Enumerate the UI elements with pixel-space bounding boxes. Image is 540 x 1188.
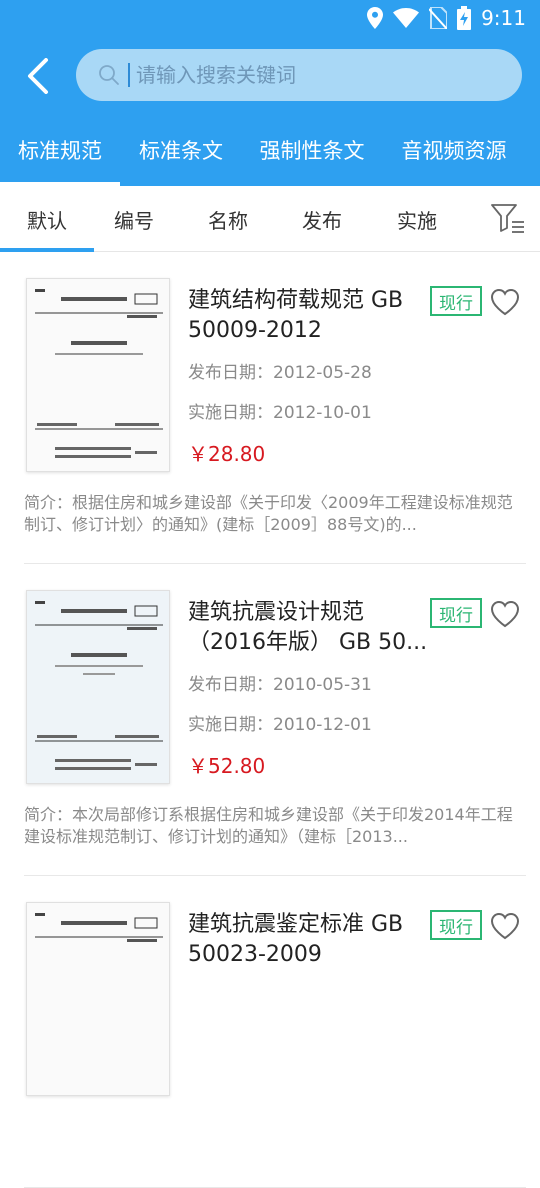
tab-standard-specs[interactable]: 标准规范 bbox=[0, 114, 120, 186]
filter-icon[interactable] bbox=[490, 202, 526, 236]
location-icon bbox=[367, 7, 384, 29]
wifi-icon bbox=[393, 8, 420, 28]
publish-date: 发布日期：2010-05-31 bbox=[188, 675, 372, 695]
list-item[interactable]: 建筑抗震鉴定标准 GB 50023-2009 现行 bbox=[24, 876, 526, 1188]
price: ￥28.80 bbox=[188, 442, 266, 466]
item-summary: 简介：本次局部修订系根据住房和城乡建设部《关于印发2014年工程建设标准规范制订… bbox=[24, 805, 513, 846]
book-cover-image bbox=[26, 590, 170, 784]
tab-standard-clauses[interactable]: 标准条文 bbox=[120, 114, 242, 186]
clock: 9:11 bbox=[481, 6, 526, 30]
item-summary: 简介：根据住房和城乡建设部《关于印发〈2009年工程建设标准规范制订、修订计划〉… bbox=[24, 493, 513, 534]
status-bar: 9:11 bbox=[0, 0, 540, 36]
favorite-heart-icon[interactable] bbox=[490, 288, 520, 316]
search-icon bbox=[99, 65, 119, 85]
no-sim-icon bbox=[429, 7, 448, 29]
sort-name[interactable]: 名称 bbox=[181, 186, 275, 252]
sort-publish[interactable]: 发布 bbox=[275, 186, 369, 252]
publish-date: 发布日期：2012-05-28 bbox=[188, 363, 372, 383]
status-badge: 现行 bbox=[430, 910, 482, 940]
book-cover-image bbox=[26, 278, 170, 472]
implement-date: 实施日期：2012-10-01 bbox=[188, 403, 372, 423]
book-cover-image bbox=[26, 902, 170, 1096]
sort-number[interactable]: 编号 bbox=[87, 186, 181, 252]
tab-mandatory-clauses[interactable]: 强制性条文 bbox=[242, 114, 382, 186]
category-tabs: 标准规范 标准条文 强制性条文 音视频资源 bbox=[0, 114, 540, 186]
favorite-heart-icon[interactable] bbox=[490, 912, 520, 940]
back-button[interactable] bbox=[18, 56, 58, 96]
favorite-heart-icon[interactable] bbox=[490, 600, 520, 628]
search-box[interactable] bbox=[76, 49, 522, 101]
standards-list: 建筑结构荷载规范 GB 50009-2012 现行 发布日期：2012-05-2… bbox=[0, 252, 540, 1188]
back-arrow-icon bbox=[28, 58, 48, 94]
status-icons: 9:11 bbox=[367, 5, 526, 31]
search-header bbox=[0, 36, 540, 114]
price: ￥52.80 bbox=[188, 754, 266, 778]
item-title: 建筑抗震设计规范（2016年版） GB 50... bbox=[188, 600, 428, 655]
search-input[interactable] bbox=[128, 63, 458, 87]
status-badge: 现行 bbox=[430, 286, 482, 316]
implement-date: 实施日期：2010-12-01 bbox=[188, 715, 372, 735]
list-item[interactable]: 建筑抗震设计规范（2016年版） GB 50... 现行 发布日期：2010-0… bbox=[24, 564, 526, 876]
item-title: 建筑结构荷载规范 GB 50009-2012 bbox=[188, 288, 404, 343]
list-item[interactable]: 建筑结构荷载规范 GB 50009-2012 现行 发布日期：2012-05-2… bbox=[24, 252, 526, 564]
sort-tabs: 默认 编号 名称 发布 实施 bbox=[0, 186, 540, 252]
status-badge: 现行 bbox=[430, 598, 482, 628]
battery-charging-icon bbox=[457, 6, 472, 30]
item-title: 建筑抗震鉴定标准 GB 50023-2009 bbox=[188, 912, 404, 967]
sort-default[interactable]: 默认 bbox=[0, 186, 94, 252]
tab-av-resources[interactable]: 音视频资源 bbox=[382, 114, 526, 186]
sort-implement[interactable]: 实施 bbox=[370, 186, 464, 252]
